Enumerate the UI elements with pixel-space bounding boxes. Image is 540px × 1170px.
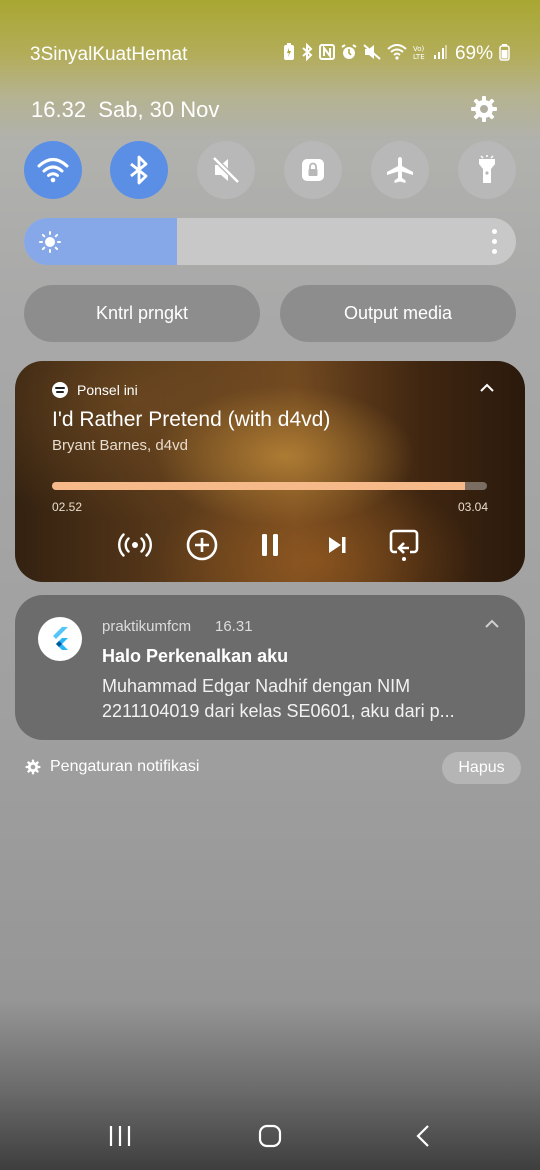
next-button[interactable] [319,527,355,563]
battery-icon [499,43,510,65]
mute-icon [363,44,381,64]
brightness-more-button[interactable] [490,229,498,254]
bluetooth-icon [301,42,313,65]
nfc-icon [318,44,335,64]
current-time: 02.52 [52,500,83,514]
carrier-name: 3SinyalKuatHemat [30,44,188,65]
bluetooth-icon [130,155,148,185]
pause-button[interactable] [252,527,288,563]
wifi-toggle[interactable] [24,141,82,199]
rotation-lock-toggle[interactable] [284,141,342,199]
alarm-icon [341,44,357,64]
home-button[interactable] [250,1122,290,1150]
mute-icon [212,156,240,184]
media-source: Ponsel ini [52,382,138,398]
cast-icon [118,533,152,557]
gear-icon [471,96,497,122]
bluetooth-toggle[interactable] [110,141,168,199]
output-icon [389,529,419,561]
home-icon [258,1124,282,1148]
flashlight-icon [479,155,495,183]
volte-icon: Vo) LTE [413,43,427,65]
seek-bar-fill [52,482,466,490]
notification-title: Halo Perkenalkan aku [102,646,289,666]
status-icons: Vo) LTE 69% [283,42,510,65]
collapse-chevron-icon[interactable] [479,383,495,393]
sun-icon [39,231,61,253]
cast-button[interactable] [117,527,153,563]
media-output-button[interactable]: Output media [280,285,516,342]
next-icon [329,537,346,553]
lock-icon [302,159,324,181]
total-time: 03.04 [457,500,488,514]
output-button[interactable] [386,527,422,563]
date-time: 16.32 Sab, 30 Nov [31,97,219,123]
media-source-label: Ponsel ini [77,382,138,398]
signal-icon [433,44,447,64]
back-icon [416,1125,429,1147]
recent-apps-button[interactable] [100,1122,140,1150]
wifi-icon [37,158,69,183]
notification-settings-label: Pengaturan notifikasi [50,758,200,775]
flashlight-toggle[interactable] [458,141,516,199]
add-icon [186,529,218,561]
notification-card[interactable]: praktikumfcm 16.31 Halo Perkenalkan aku … [15,595,525,740]
device-control-button[interactable]: Kntrl prngkt [24,285,260,342]
settings-button[interactable] [470,95,498,123]
seek-bar[interactable] [52,482,487,490]
back-button[interactable] [403,1122,443,1150]
spotify-icon [52,382,68,398]
airplane-toggle[interactable] [371,141,429,199]
airplane-icon [387,157,413,183]
collapse-chevron-icon[interactable] [484,619,500,629]
clock-time: 16.32 [31,97,87,122]
notification-settings-link[interactable]: Pengaturan notifikasi [25,758,199,776]
wifi-icon [387,44,407,64]
notification-time: 16.31 [215,618,253,635]
recent-apps-icon [109,1126,131,1146]
notification-app-name: praktikumfcm [102,618,192,635]
svg-text:Vo): Vo) [413,45,425,53]
pause-icon [262,534,278,556]
date-label: Sab, 30 Nov [98,97,220,122]
add-button[interactable] [184,527,220,563]
battery-percentage: 69% [454,43,493,64]
battery-saver-icon [283,43,295,65]
svg-text:LTE: LTE [413,53,425,61]
brightness-slider[interactable] [24,218,516,265]
gear-icon [25,759,41,775]
flutter-app-icon [38,617,82,661]
media-player-card[interactable]: Ponsel ini I'd Rather Pretend (with d4vd… [15,361,525,582]
notification-body: Muhammad Edgar Nadhif dengan NIM 2211104… [102,676,455,721]
clear-all-button[interactable]: Hapus [442,752,521,784]
song-artist: Bryant Barnes, d4vd [52,437,188,454]
sound-toggle[interactable] [197,141,255,199]
song-title: I'd Rather Pretend (with d4vd) [52,408,331,431]
